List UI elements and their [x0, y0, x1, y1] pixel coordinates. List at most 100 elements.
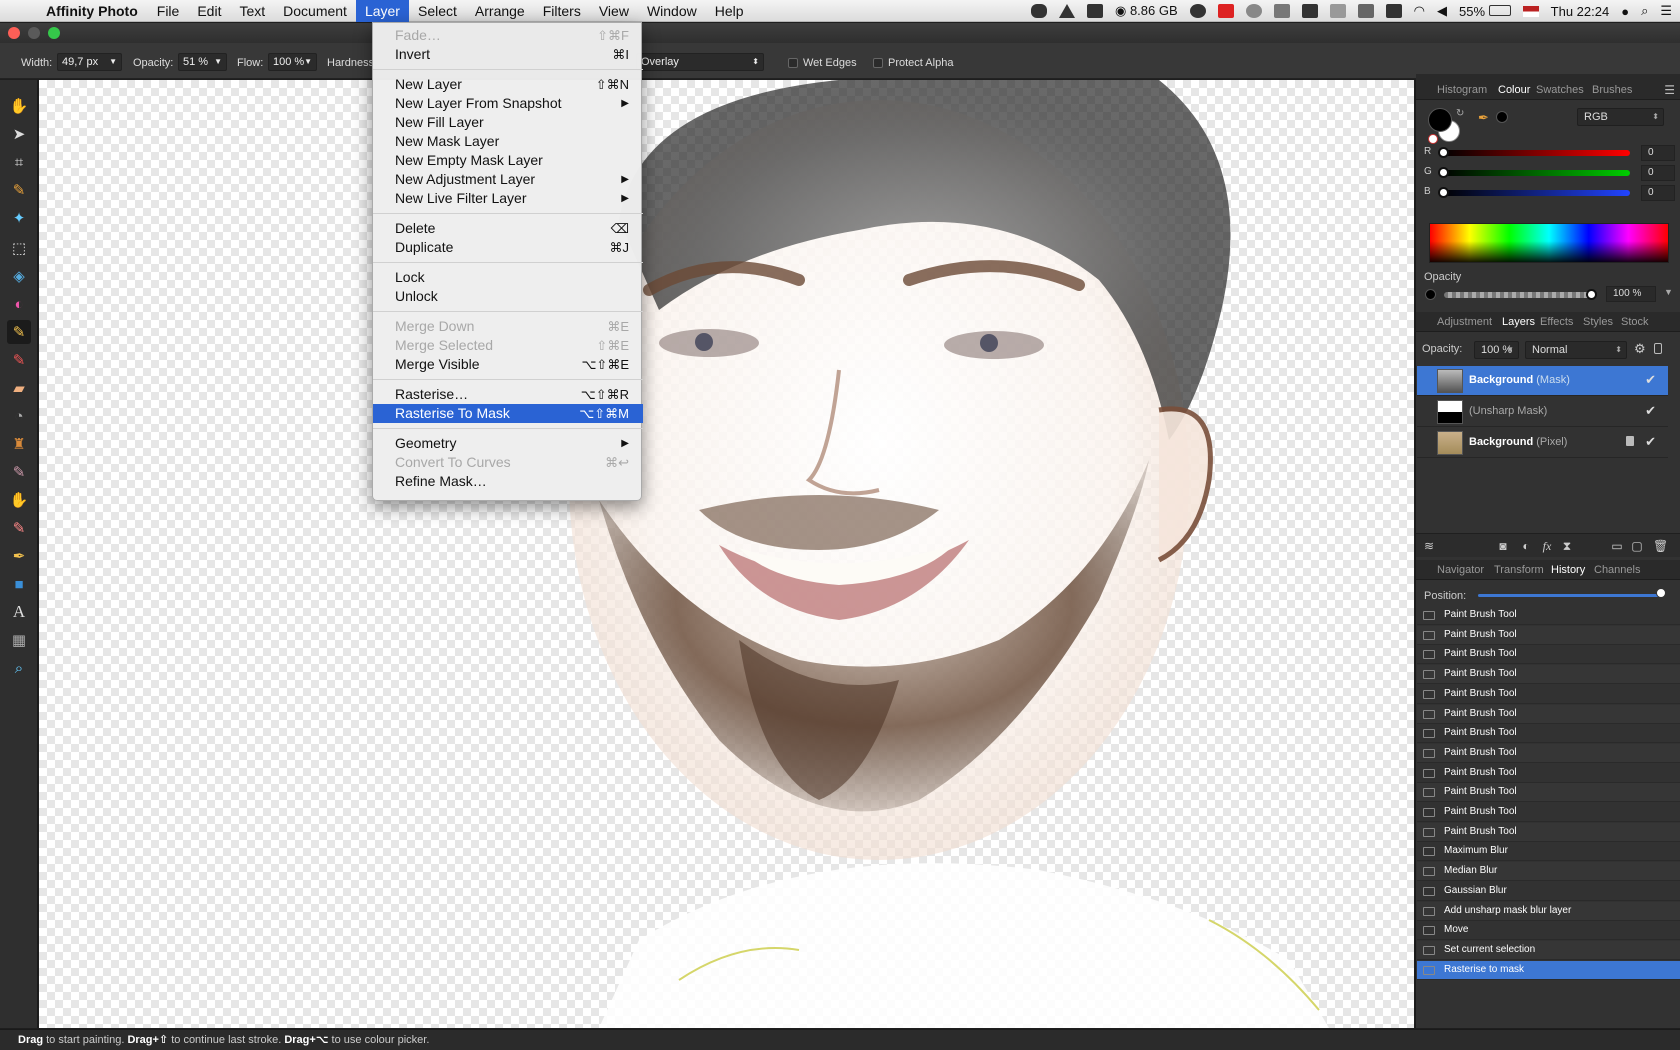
document-canvas[interactable] [39, 80, 1414, 1028]
mask-layer-icon[interactable]: ◙ [1497, 540, 1509, 552]
menu-item-geometry[interactable]: Geometry ▶ [373, 434, 643, 453]
green-slider-knob[interactable] [1438, 167, 1449, 178]
lock-icon[interactable] [1626, 436, 1634, 446]
history-entry[interactable]: Paint Brush Tool [1417, 625, 1680, 645]
menu-filters[interactable]: Filters [534, 0, 590, 22]
tab-brushes[interactable]: Brushes [1592, 84, 1632, 96]
menu-item-invert[interactable]: Invert ⌘I [373, 45, 643, 64]
trash-icon[interactable]: 🗑 [1653, 540, 1668, 552]
history-entry[interactable]: Paint Brush Tool [1417, 743, 1680, 763]
history-entry[interactable]: Add unsharp mask blur layer [1417, 901, 1680, 921]
menu-item-new-layer-from-snapshot[interactable]: New Layer From Snapshot ▶ [373, 94, 643, 113]
user-share-icon[interactable] [1273, 4, 1290, 18]
menu-item-delete[interactable]: Delete ⌫ [373, 219, 643, 238]
chevron-down-icon[interactable]: ▼ [1664, 287, 1673, 297]
dodge-tool-icon[interactable]: ◔ [7, 404, 31, 428]
menu-item-duplicate[interactable]: Duplicate ⌘J [373, 238, 643, 257]
menu-item-new-layer[interactable]: New Layer ⇧⌘N [373, 75, 643, 94]
shape-tool-icon[interactable]: ■ [7, 572, 31, 596]
volume-icon[interactable]: ◀ [1437, 3, 1447, 19]
flag-icon[interactable] [1522, 5, 1539, 17]
red-slider-knob[interactable] [1438, 147, 1449, 158]
spotlight-search-icon[interactable]: ⌕ [1641, 3, 1648, 19]
red-slider[interactable] [1442, 150, 1630, 156]
notes-icon[interactable] [1329, 4, 1346, 18]
tab-layers[interactable]: Layers [1502, 316, 1535, 328]
menu-item-refine-mask[interactable]: Refine Mask… [373, 472, 643, 491]
foreground-colour-swatch[interactable] [1428, 108, 1452, 132]
layer-opacity-field[interactable]: 100 % ▼ [1474, 341, 1519, 359]
clock[interactable]: Thu 22:24 [1551, 4, 1610, 19]
minimize-window-button[interactable] [28, 27, 40, 39]
blemish-tool-icon[interactable]: ✎ [7, 460, 31, 484]
red-eye-tool-icon[interactable]: ✎ [7, 516, 31, 540]
visibility-checkbox[interactable]: ✔ [1645, 372, 1656, 388]
no-colour-icon[interactable] [1428, 134, 1438, 144]
layer-row[interactable]: (Unsharp Mask) ✔ [1417, 397, 1668, 427]
menu-item-new-mask-layer[interactable]: New Mask Layer [373, 132, 643, 151]
selection-brush-icon[interactable]: ✎ [7, 178, 31, 202]
layers-stack-icon[interactable]: ≋ [1423, 540, 1435, 552]
menu-edit[interactable]: Edit [188, 0, 230, 22]
add-layer-icon[interactable]: ▢ [1631, 540, 1643, 552]
gradient-tool-icon[interactable]: ◐ [7, 292, 31, 316]
menu-item-merge-visible[interactable]: Merge Visible ⌥⇧⌘E [373, 355, 643, 374]
blend-mode-select[interactable]: Overlay ⬍ [636, 53, 764, 71]
airplay-icon[interactable] [1385, 4, 1402, 18]
notification-center-icon[interactable]: ☰ [1660, 3, 1672, 19]
layer-blend-mode-select[interactable]: Normal ⬍ [1525, 341, 1627, 359]
visibility-checkbox[interactable]: ✔ [1645, 434, 1656, 450]
flow-field[interactable]: 100 % ▼ [268, 53, 317, 71]
menu-window[interactable]: Window [638, 0, 706, 22]
tab-stock[interactable]: Stock [1621, 316, 1649, 328]
blue-slider[interactable] [1442, 190, 1630, 196]
user-icon[interactable]: ● [1621, 4, 1629, 19]
tab-channels[interactable]: Channels [1594, 564, 1640, 576]
text-tool-icon[interactable]: A [7, 600, 31, 624]
green-value-field[interactable]: 0 [1641, 165, 1675, 181]
picked-colour-swatch[interactable] [1496, 111, 1508, 123]
flood-fill-icon[interactable]: ◈ [7, 264, 31, 288]
zoom-tool-icon[interactable]: ⌕ [7, 656, 31, 680]
tab-histogram[interactable]: Histogram [1437, 84, 1487, 96]
move-tool-arrow-icon[interactable]: ➤ [7, 122, 31, 146]
dropbox-icon[interactable] [1086, 4, 1103, 18]
opacity-field[interactable]: 51 % ▼ [178, 53, 227, 71]
colour-opacity-field[interactable]: 100 % [1606, 286, 1656, 302]
history-entry[interactable]: Move [1417, 921, 1680, 941]
menu-item-rasterise-to-mask[interactable]: Rasterise To Mask ⌥⇧⌘M [373, 404, 643, 423]
colour-model-select[interactable]: RGB ⬍ [1577, 108, 1664, 126]
tab-colour[interactable]: Colour [1498, 84, 1530, 96]
smudge-tool-icon[interactable]: ✋ [7, 488, 31, 512]
history-entry[interactable]: Paint Brush Tool [1417, 783, 1680, 803]
app-menu[interactable]: Affinity Photo [34, 3, 148, 19]
history-entry[interactable]: Paint Brush Tool [1417, 724, 1680, 744]
red-value-field[interactable]: 0 [1641, 145, 1675, 161]
history-entry[interactable]: Maximum Blur [1417, 842, 1680, 862]
tab-navigator[interactable]: Navigator [1437, 564, 1484, 576]
history-entry[interactable]: Paint Brush Tool [1417, 685, 1680, 704]
history-entry[interactable]: Paint Brush Tool [1417, 822, 1680, 842]
tab-history[interactable]: History [1551, 564, 1585, 576]
colour-replacement-icon[interactable]: ✎ [7, 348, 31, 372]
fx-icon[interactable]: fx [1541, 540, 1553, 552]
menu-text[interactable]: Text [230, 0, 274, 22]
history-entry[interactable]: Paint Brush Tool [1417, 803, 1680, 822]
wet-edges-checkbox[interactable] [788, 58, 798, 68]
pen-tool-icon[interactable]: ✒ [7, 544, 31, 568]
menu-item-new-empty-mask-layer[interactable]: New Empty Mask Layer [373, 151, 643, 170]
warning-icon[interactable] [1058, 4, 1075, 18]
crop-tool-icon[interactable]: ⌗ [7, 150, 31, 174]
menu-item-unlock[interactable]: Unlock [373, 287, 643, 306]
history-entry[interactable]: Paint Brush Tool [1417, 665, 1680, 685]
history-position-slider[interactable] [1478, 594, 1662, 597]
folder-icon[interactable] [1301, 4, 1318, 18]
wifi-icon[interactable]: ◠ [1414, 3, 1425, 19]
adobe-icon[interactable] [1217, 4, 1234, 18]
menu-item-rasterise[interactable]: Rasterise… ⌥⇧⌘R [373, 385, 643, 404]
time-machine-icon[interactable] [1245, 4, 1262, 18]
live-filter-icon[interactable]: ⧗ [1561, 540, 1573, 552]
marquee-tool-icon[interactable]: ⬚ [7, 236, 31, 260]
paint-brush-icon[interactable]: ✎ [7, 320, 31, 344]
history-position-knob[interactable] [1656, 588, 1666, 598]
